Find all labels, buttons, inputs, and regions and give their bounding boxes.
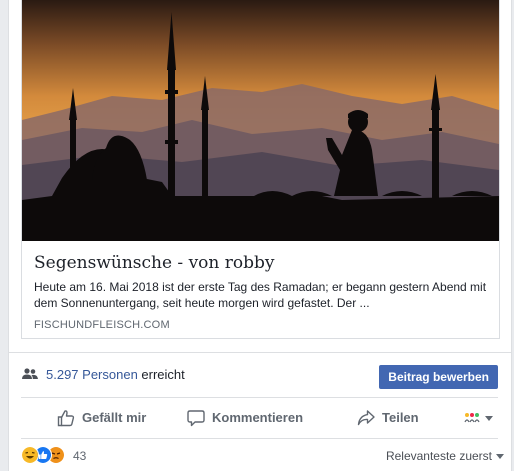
feed-post: Segenswünsche - von robby Heute am 16. M… [8, 0, 512, 471]
link-title[interactable]: Segenswünsche - von robby [34, 253, 275, 273]
link-preview-card[interactable]: Segenswünsche - von robby Heute am 16. M… [21, 0, 500, 339]
reach-count-link[interactable]: 5.297 Personen [46, 367, 138, 382]
comment-label: Kommentieren [212, 410, 304, 425]
people-icon [22, 368, 38, 379]
share-label: Teilen [382, 410, 419, 425]
comment-sort-label: Relevanteste zuerst [385, 449, 492, 463]
reach-text: 5.297 Personen erreicht [46, 367, 185, 382]
mosque-silhouette-sunset-image[interactable] [22, 0, 499, 241]
boost-post-button[interactable]: Beitrag bewerben [379, 365, 498, 389]
like-label: Gefällt mir [82, 410, 147, 425]
chevron-down-icon [496, 454, 504, 460]
haha-icon [21, 446, 39, 464]
post-action-bar: Gefällt mir Kommentieren Teilen [21, 397, 498, 439]
reactions-summary[interactable] [21, 446, 81, 464]
post-reach-row: 5.297 Personen erreicht Beitrag bewerben [9, 352, 511, 398]
reach-suffix: erreicht [141, 367, 185, 382]
link-description: Heute am 16. Mai 2018 ist der erste Tag … [34, 280, 487, 310]
post-footer: 43 Relevanteste zuerst [21, 441, 504, 471]
audience-selector-icon[interactable] [462, 410, 496, 426]
reaction-count[interactable]: 43 [73, 449, 86, 463]
link-preview-text[interactable]: Segenswünsche - von robby Heute am 16. M… [22, 241, 499, 338]
thumbs-up-icon [57, 410, 75, 427]
link-domain: FISCHUNDFLEISCH.COM [34, 319, 170, 331]
share-icon [357, 410, 375, 426]
comment-sort-dropdown[interactable]: Relevanteste zuerst [386, 449, 504, 463]
comment-icon [187, 410, 205, 427]
